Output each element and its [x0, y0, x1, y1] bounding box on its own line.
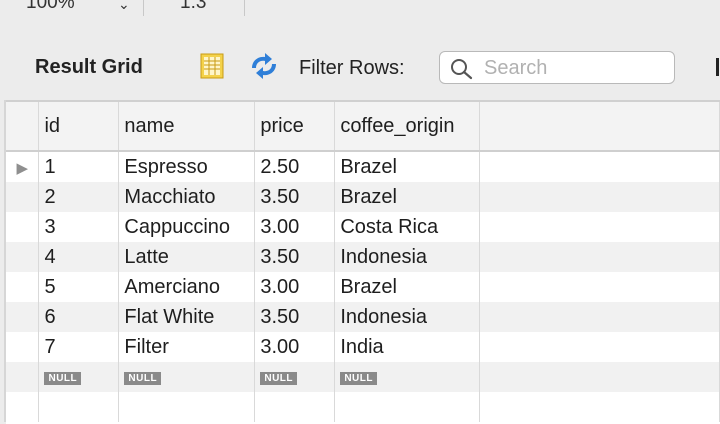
filter-search-box[interactable]: [439, 51, 675, 84]
cell-id[interactable]: 5: [38, 272, 120, 302]
cell-coffee-origin[interactable]: Brazel: [334, 151, 481, 182]
table-row[interactable]: 5 Amerciano 3.00 Brazel: [6, 272, 720, 302]
toolbar-divider: [143, 0, 144, 16]
result-grid-toolbar: Result Grid Filter Rows:: [0, 16, 720, 100]
cell-id[interactable]: 7: [38, 332, 120, 362]
search-input[interactable]: [484, 56, 664, 80]
cell-coffee-origin[interactable]: Brazel: [334, 272, 481, 302]
empty-cell: [479, 332, 720, 362]
empty-cell: [479, 272, 720, 302]
empty-cell: [479, 302, 720, 332]
cell-name[interactable]: Espresso: [118, 151, 256, 182]
column-header-name[interactable]: name: [118, 102, 256, 152]
row-marker[interactable]: [6, 362, 40, 392]
empty-cell: [479, 362, 720, 392]
column-header-coffee-origin[interactable]: coffee_origin: [334, 102, 481, 152]
table-row[interactable]: 2 Macchiato 3.50 Brazel: [6, 182, 720, 212]
null-badge: NULL: [260, 371, 298, 385]
row-marker[interactable]: [6, 242, 40, 272]
cell-id[interactable]: 4: [38, 242, 120, 272]
row-marker[interactable]: [6, 332, 40, 362]
row-marker-header: [6, 102, 40, 152]
empty-cell: [254, 392, 336, 422]
empty-cell: [334, 392, 481, 422]
row-marker[interactable]: [6, 302, 40, 332]
empty-cell: [479, 212, 720, 242]
limit-rows-value[interactable]: 1:3: [180, 0, 206, 14]
table-row[interactable]: 6 Flat White 3.50 Indonesia: [6, 302, 720, 332]
current-row-arrow-icon: ▶: [16, 159, 28, 177]
cell-id[interactable]: 6: [38, 302, 120, 332]
table-row[interactable]: 7 Filter 3.00 India: [6, 332, 720, 362]
cell-name[interactable]: Flat White: [118, 302, 256, 332]
cell-price[interactable]: 3.50: [254, 302, 336, 332]
cell-price[interactable]: 3.50: [254, 242, 336, 272]
cell-coffee-origin-null[interactable]: NULL: [334, 362, 481, 392]
row-marker[interactable]: [6, 212, 40, 242]
row-marker[interactable]: [6, 272, 40, 302]
table-row[interactable]: 3 Cappuccino 3.00 Costa Rica: [6, 212, 720, 242]
header-row: id name price coffee_origin: [6, 102, 720, 152]
row-marker: [6, 392, 40, 422]
table-row[interactable]: ▶ 1 Espresso 2.50 Brazel: [6, 151, 720, 182]
cell-coffee-origin[interactable]: Costa Rica: [334, 212, 481, 242]
refresh-icon[interactable]: [248, 52, 280, 80]
cell-price[interactable]: 3.50: [254, 182, 336, 212]
search-icon: [451, 59, 473, 80]
table-row[interactable]: 4 Latte 3.50 Indonesia: [6, 242, 720, 272]
cell-name[interactable]: Cappuccino: [118, 212, 256, 242]
null-badge: NULL: [340, 371, 377, 385]
chevron-down-icon[interactable]: ⌄: [118, 0, 130, 13]
empty-cell: [479, 151, 720, 182]
cell-price-null[interactable]: NULL: [254, 362, 336, 392]
zoom-select-value[interactable]: 100%: [26, 0, 75, 14]
empty-cell: [38, 392, 120, 422]
cell-name[interactable]: Filter: [118, 332, 256, 362]
empty-cell: [479, 392, 720, 422]
toolbar-overflow-edge: [716, 58, 719, 76]
row-marker[interactable]: ▶: [6, 151, 40, 182]
cell-price[interactable]: 3.00: [254, 272, 336, 302]
column-header-price[interactable]: price: [254, 102, 336, 152]
cell-coffee-origin[interactable]: Indonesia: [334, 302, 481, 332]
cell-price[interactable]: 3.00: [254, 332, 336, 362]
empty-header: [479, 102, 720, 152]
cell-name[interactable]: Macchiato: [118, 182, 256, 212]
grid-layout-icon[interactable]: [199, 53, 225, 79]
null-badge: NULL: [124, 371, 162, 385]
result-grid[interactable]: id name price coffee_origin ▶ 1 Espresso…: [6, 100, 720, 424]
cell-coffee-origin[interactable]: Brazel: [334, 182, 481, 212]
column-header-id[interactable]: id: [38, 102, 120, 152]
cell-id-null[interactable]: NULL: [38, 362, 120, 392]
cell-id[interactable]: 3: [38, 212, 120, 242]
empty-cell: [479, 182, 720, 212]
new-row[interactable]: NULL NULL NULL NULL: [6, 362, 720, 392]
cell-price[interactable]: 2.50: [254, 151, 336, 182]
cell-name[interactable]: Amerciano: [118, 272, 256, 302]
empty-cell: [118, 392, 256, 422]
cell-coffee-origin[interactable]: India: [334, 332, 481, 362]
empty-cell: [479, 242, 720, 272]
cell-price[interactable]: 3.00: [254, 212, 336, 242]
row-marker[interactable]: [6, 182, 40, 212]
filter-rows-label: Filter Rows:: [299, 57, 405, 79]
top-strip: 100% ⌄ 1:3: [0, 0, 720, 16]
cell-name-null[interactable]: NULL: [118, 362, 256, 392]
null-badge: NULL: [44, 371, 82, 385]
empty-row: [6, 392, 720, 422]
cell-coffee-origin[interactable]: Indonesia: [334, 242, 481, 272]
cell-name[interactable]: Latte: [118, 242, 256, 272]
result-table: id name price coffee_origin ▶ 1 Espresso…: [6, 102, 720, 422]
result-grid-title: Result Grid: [35, 56, 143, 78]
cell-id[interactable]: 1: [38, 151, 120, 182]
cell-id[interactable]: 2: [38, 182, 120, 212]
toolbar-divider: [244, 0, 245, 16]
